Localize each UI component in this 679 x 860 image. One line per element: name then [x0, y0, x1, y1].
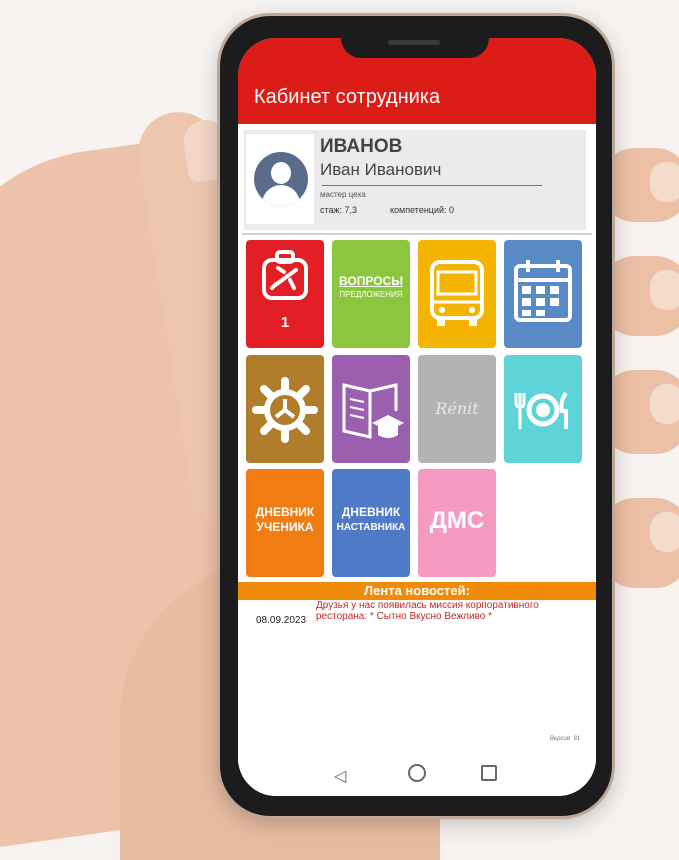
employee-competencies: компетенций: 0	[390, 205, 455, 215]
news-item[interactable]: Друзья у нас появилась миссия корпоратив…	[316, 600, 566, 622]
app-title: Кабинет сотрудника	[254, 86, 441, 108]
tile-questions[interactable]: ВОПРОСЫ ПРЕДЛОЖЕНИЯ	[332, 240, 410, 348]
dms-title: ДМС	[429, 507, 485, 534]
phone-screen: Кабинет сотрудника ИВАНОВ Иван Иванович …	[238, 38, 596, 796]
app-version: Версия: 91	[549, 736, 580, 742]
calendar-icon	[514, 260, 572, 322]
fingernail	[650, 384, 679, 424]
fingernail	[650, 270, 679, 310]
tile-settings[interactable]	[246, 355, 324, 463]
tile-canteen[interactable]	[504, 355, 582, 463]
gear-icon	[252, 377, 318, 443]
tile-transport[interactable]	[418, 240, 496, 348]
profile-card[interactable]: ИВАНОВ Иван Иванович мастер цеха стаж: 7…	[244, 130, 586, 230]
questions-subtitle: ПРЕДЛОЖЕНИЯ	[339, 290, 403, 299]
student-diary-line2: УЧЕНИКА	[256, 520, 314, 534]
tile-calendar[interactable]	[504, 240, 582, 348]
android-nav-bar: ◁	[238, 752, 596, 796]
news-header: Лента новостей:	[238, 582, 596, 600]
divider	[242, 233, 592, 235]
recent-apps-icon[interactable]	[481, 765, 497, 781]
fingernail	[650, 162, 679, 202]
mentor-diary-line1: ДНЕВНИК	[341, 505, 401, 519]
tile-dms[interactable]: ДМС	[418, 469, 496, 577]
questions-title: ВОПРОСЫ	[339, 274, 403, 288]
employee-experience: стаж: 7,3	[320, 205, 358, 215]
airplane-suitcase-icon	[262, 250, 308, 300]
mentor-diary-line2: НАСТАВНИКА	[336, 522, 406, 533]
news-date: 08.09.2023	[256, 615, 307, 626]
avatar-frame	[246, 134, 314, 224]
avatar[interactable]	[254, 152, 308, 206]
vacation-badge: 1	[280, 314, 290, 331]
script-logo: Rénit	[435, 399, 479, 418]
avatar-shoulders	[262, 185, 300, 206]
book-graduation-icon	[342, 383, 404, 439]
employee-name: Иван Иванович	[320, 160, 442, 179]
student-diary-line1: ДНЕВНИК	[255, 505, 315, 519]
fingernail	[650, 512, 679, 552]
divider	[322, 185, 542, 186]
tile-student-diary[interactable]: ДНЕВНИК УЧЕНИКА	[246, 469, 324, 577]
tile-restaurant-logo[interactable]: Rénit	[418, 355, 496, 463]
plate-fork-knife-icon	[514, 391, 568, 429]
avatar-head	[271, 162, 291, 184]
tile-education[interactable]	[332, 355, 410, 463]
bus-icon	[430, 260, 484, 326]
tile-vacation[interactable]: 1	[246, 240, 324, 348]
phone-speaker	[388, 40, 440, 45]
employee-position: мастер цеха	[320, 190, 366, 199]
home-icon[interactable]	[408, 764, 426, 782]
back-icon[interactable]: ◁	[334, 766, 346, 786]
tile-mentor-diary[interactable]: ДНЕВНИК НАСТАВНИКА	[332, 469, 410, 577]
employee-surname: ИВАНОВ	[320, 136, 403, 157]
